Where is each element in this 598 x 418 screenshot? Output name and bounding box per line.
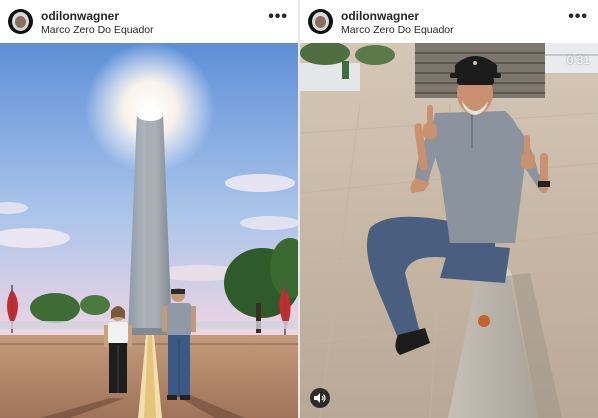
man-sitting-video-frame [300,43,598,418]
video-timer: 0:31 [566,53,590,67]
post-video[interactable]: 0:31 [300,43,598,418]
post-header: odilonwagner Marco Zero Do Equador ••• [300,0,598,43]
post-header: odilonwagner Marco Zero Do Equador ••• [0,0,298,43]
post-photo[interactable] [0,43,298,418]
more-options-icon[interactable]: ••• [568,8,588,26]
post-card-right: odilonwagner Marco Zero Do Equador ••• 0… [300,0,598,418]
equator-monument-photo [0,43,298,418]
username[interactable]: odilonwagner [341,9,419,23]
avatar[interactable] [308,9,333,34]
avatar[interactable] [8,9,33,34]
location[interactable]: Marco Zero Do Equador [341,24,454,36]
username[interactable]: odilonwagner [41,9,119,23]
more-options-icon[interactable]: ••• [268,8,288,26]
sound-icon[interactable] [310,388,330,408]
location[interactable]: Marco Zero Do Equador [41,24,154,36]
post-card-left: odilonwagner Marco Zero Do Equador ••• [0,0,298,418]
